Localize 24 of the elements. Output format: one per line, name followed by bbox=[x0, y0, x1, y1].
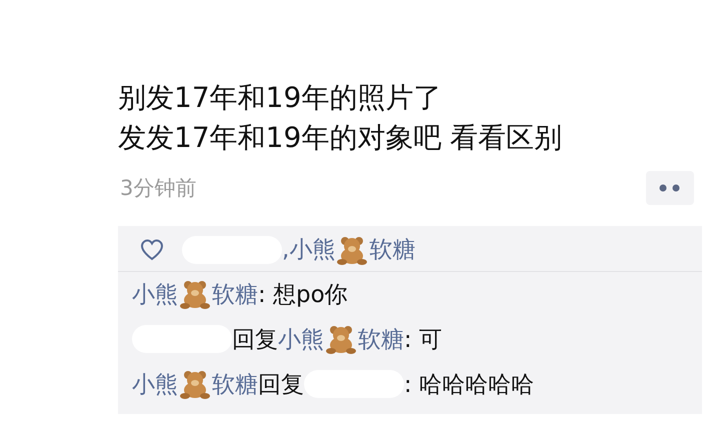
user-name[interactable]: 小熊 bbox=[289, 234, 336, 265]
user-name[interactable]: 小熊 bbox=[132, 368, 178, 400]
reply-label: 回复 bbox=[258, 370, 304, 400]
user-name[interactable]: 软糖 bbox=[212, 278, 258, 310]
comment-text: : 想po你 bbox=[258, 280, 348, 310]
more-icon bbox=[659, 184, 681, 192]
comma: , bbox=[282, 236, 290, 262]
more-button[interactable] bbox=[646, 171, 694, 205]
user-name[interactable]: 小熊 bbox=[132, 278, 178, 310]
reply-label: 回复 bbox=[232, 326, 278, 354]
user-name[interactable]: 软糖 bbox=[369, 234, 416, 265]
bear-icon bbox=[326, 324, 356, 354]
timestamp: 3分钟前 bbox=[120, 175, 196, 202]
user-name[interactable]: 软糖 bbox=[212, 368, 258, 400]
bear-icon bbox=[337, 234, 368, 264]
post-text: 发发17年和19年的对象吧 看看区别 bbox=[118, 120, 564, 156]
user-name[interactable]: 小熊 bbox=[278, 324, 324, 354]
heart-icon bbox=[140, 238, 164, 260]
bear-icon bbox=[180, 279, 210, 309]
bear-icon bbox=[180, 369, 210, 399]
comment-text: : 可 bbox=[404, 326, 442, 354]
post-text: 别发17年和19年的照片了 bbox=[118, 80, 442, 116]
comment-text: : 哈哈哈哈哈 bbox=[404, 370, 534, 400]
user-name[interactable]: 软糖 bbox=[358, 324, 404, 354]
